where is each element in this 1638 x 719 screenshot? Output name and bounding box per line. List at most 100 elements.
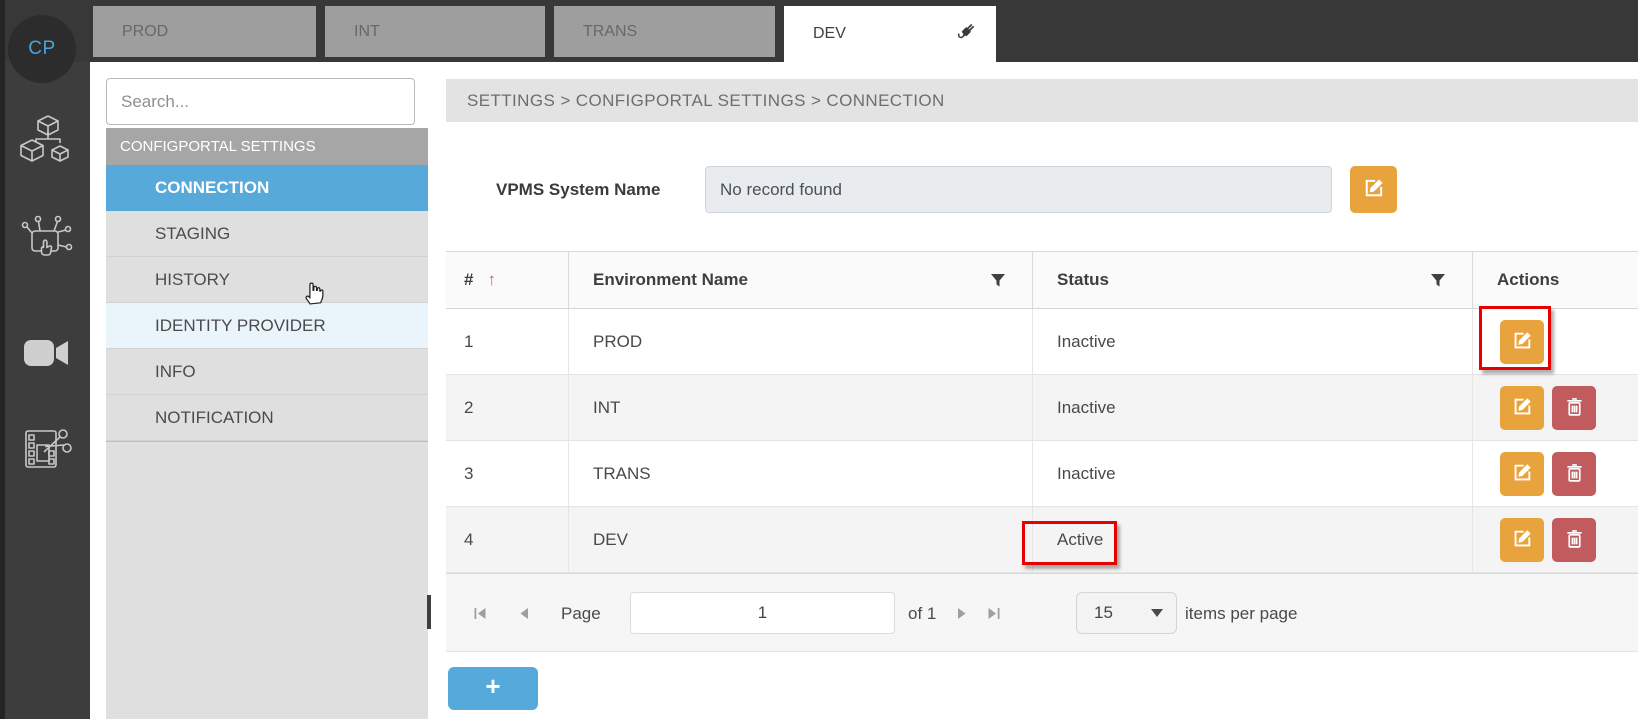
edit-button[interactable] (1500, 319, 1544, 364)
edit-icon (1512, 462, 1533, 486)
edit-button[interactable] (1500, 385, 1544, 430)
tab-prod[interactable]: PROD (93, 6, 316, 57)
icon-sidebar (0, 62, 90, 719)
row-index-cell: 4 (464, 529, 474, 549)
delete-button[interactable] (1552, 451, 1596, 496)
status-cell: Inactive (1032, 375, 1472, 440)
tab-trans[interactable]: TRANS (554, 6, 775, 57)
column-header-environment-name[interactable]: Environment Name (568, 252, 1032, 308)
nav-section-header: CONFIGPORTAL SETTINGS (106, 128, 428, 165)
tab-dev-active[interactable]: DEV (784, 6, 996, 62)
trash-icon (1564, 462, 1585, 486)
edit-icon (1512, 396, 1533, 420)
nav-scrollbar-thumb[interactable] (427, 595, 431, 629)
status-cell: Inactive (1032, 309, 1472, 374)
vpms-label-text: VPMS System Name (496, 179, 661, 199)
breadcrumb-text: SETTINGS > CONFIGPORTAL SETTINGS > CONNE… (467, 90, 945, 110)
pager-page-size-select[interactable]: 15 (1076, 592, 1177, 634)
nav-item-history[interactable]: HISTORY (106, 257, 428, 303)
vpms-field-value: No record found (720, 179, 842, 199)
pager-items-per-page-label: items per page (1185, 603, 1298, 623)
trash-icon (1564, 396, 1585, 420)
mouse-cursor (299, 276, 326, 311)
tab-dev-label: DEV (813, 25, 846, 42)
video-camera-icon[interactable] (17, 325, 75, 383)
nav-item-identity-provider[interactable]: IDENTITY PROVIDER (106, 303, 428, 349)
edit-icon (1512, 330, 1533, 354)
breadcrumb: SETTINGS > CONFIGPORTAL SETTINGS > CONNE… (446, 79, 1638, 122)
pager-page-input[interactable] (630, 592, 895, 634)
table-pager: Page of 1 15 items per page (446, 573, 1638, 652)
actions-cell (1472, 507, 1638, 572)
nav-item-connection[interactable]: CONNECTION (106, 165, 428, 211)
pager-previous-page-button[interactable] (518, 574, 530, 653)
delete-button[interactable] (1552, 517, 1596, 562)
table-row: 3 TRANS Inactive (446, 441, 1638, 507)
column-header-status[interactable]: Status (1032, 252, 1472, 308)
edit-icon (1512, 528, 1533, 552)
pager-last-page-button[interactable] (986, 574, 1002, 653)
column-header-label: Environment Name (593, 270, 748, 289)
modules-cubes-icon[interactable] (17, 113, 75, 171)
avatar[interactable]: CP (8, 15, 76, 83)
actions-cell (1472, 441, 1638, 506)
nav-item-label: HISTORY (155, 269, 230, 289)
pager-page-label: Page (561, 603, 601, 623)
environments-table: # ↑ Environment Name Status Actions 1 PR… (446, 251, 1638, 573)
edit-button[interactable] (1500, 517, 1544, 562)
nav-item-label: STAGING (155, 223, 231, 243)
nav-item-label: NOTIFICATION (155, 407, 274, 427)
environment-name-cell: INT (568, 375, 1032, 440)
nav-panel-background (106, 441, 428, 719)
nav-section-title: CONFIGPORTAL SETTINGS (120, 138, 316, 155)
filter-icon[interactable] (1430, 273, 1446, 293)
tab-trans-label: TRANS (583, 22, 638, 40)
column-header-label: # (464, 270, 474, 289)
nav-item-label: IDENTITY PROVIDER (155, 315, 326, 335)
nav-item-info[interactable]: INFO (106, 349, 428, 395)
add-environment-button[interactable]: + (448, 667, 538, 710)
filter-icon[interactable] (990, 273, 1006, 293)
row-index-cell: 3 (464, 463, 474, 483)
sort-ascending-icon: ↑ (487, 270, 496, 289)
interactive-panel-icon[interactable] (17, 212, 75, 270)
avatar-initials: CP (28, 38, 56, 59)
vpms-system-name-label: VPMS System Name (496, 166, 660, 213)
vpms-system-name-field[interactable]: No record found (705, 166, 1332, 213)
search-input[interactable] (106, 78, 415, 125)
row-index-cell: 2 (464, 397, 474, 417)
window-left-edge (0, 0, 5, 719)
media-editing-icon[interactable] (17, 420, 75, 478)
nav-item-staging[interactable]: STAGING (106, 211, 428, 257)
main-content: SETTINGS > CONFIGPORTAL SETTINGS > CONNE… (446, 62, 1638, 719)
tab-int[interactable]: INT (325, 6, 545, 57)
trash-icon (1564, 528, 1585, 552)
table-row: 2 INT Inactive (446, 375, 1638, 441)
settings-nav-panel: CONFIGPORTAL SETTINGS CONNECTION STAGING… (90, 62, 446, 719)
row-index-cell: 1 (464, 331, 474, 351)
chevron-down-icon (1151, 609, 1163, 617)
tab-int-label: INT (354, 22, 380, 40)
plug-icon (954, 20, 978, 49)
pager-first-page-button[interactable] (472, 574, 488, 653)
edit-button[interactable] (1500, 451, 1544, 496)
column-header-index[interactable]: # ↑ (446, 252, 568, 308)
top-bar: PROD INT TRANS DEV (0, 0, 1638, 62)
environment-name-cell: TRANS (568, 441, 1032, 506)
nav-item-label: INFO (155, 361, 196, 381)
pager-of-label: of 1 (908, 603, 937, 623)
page-size-value: 15 (1094, 603, 1113, 622)
nav-items: CONNECTION STAGING HISTORY IDENTITY PROV… (106, 165, 428, 441)
status-cell: Active (1022, 507, 1472, 572)
nav-item-notification[interactable]: NOTIFICATION (106, 395, 428, 441)
vpms-edit-button[interactable] (1350, 166, 1397, 213)
column-header-label: Status (1057, 270, 1109, 289)
edit-icon (1363, 177, 1385, 202)
table-header-row: # ↑ Environment Name Status Actions (446, 251, 1638, 309)
column-header-actions: Actions (1472, 252, 1638, 308)
delete-button[interactable] (1552, 385, 1596, 430)
environment-name-cell: DEV (568, 507, 1032, 572)
actions-cell (1472, 375, 1638, 440)
tab-prod-label: PROD (122, 22, 169, 40)
pager-next-page-button[interactable] (956, 574, 968, 653)
